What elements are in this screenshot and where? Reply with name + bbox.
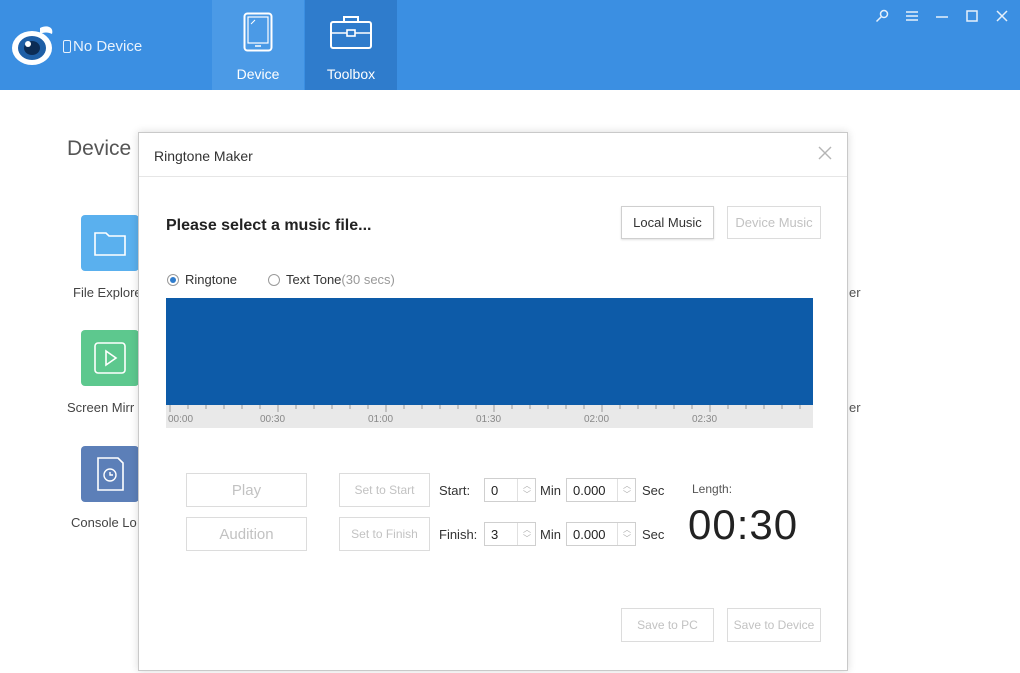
log-icon [97,457,124,491]
finish-sec-value: 0.000 [573,527,606,542]
ringtone-label: Ringtone [185,272,238,287]
chevron-up-icon: ︿ [623,481,631,490]
device-status-text: No Device [73,38,143,55]
timeline-label: 02:00 [584,414,610,425]
select-music-prompt: Please select a music file... [166,217,372,234]
start-sec-stepper[interactable]: 0.000 ︿ ﹀ [566,478,636,502]
timeline-label: 02:30 [692,414,718,425]
timeline[interactable]: 00:00 00:30 01:00 01:30 02:00 02:30 [166,405,813,428]
dialog-header: Ringtone Maker [139,133,847,177]
save-to-pc-button[interactable]: Save to PC [621,608,714,642]
console-log-tile[interactable] [81,446,139,502]
finish-min-value: 3 [491,527,499,542]
app-logo [8,20,58,68]
tab-device-label: Device [236,66,280,82]
screen-mirror-label: Screen Mirr [67,400,135,415]
console-log-label: Console Lo [71,515,137,530]
screen-mirror-tile[interactable] [81,330,139,386]
page-title: Device [67,137,132,160]
local-music-button[interactable]: Local Music [621,206,714,239]
stepper-arrows[interactable]: ︿ ﹀ [617,523,635,545]
audition-button[interactable]: Audition [186,517,307,551]
length-label: Length: [692,482,733,496]
timeline-label: 01:30 [476,414,502,425]
start-sec-value: 0.000 [573,483,606,498]
maximize-icon[interactable] [962,6,982,26]
close-window-icon[interactable] [992,6,1012,26]
stepper-arrows[interactable]: ︿ ﹀ [617,479,635,501]
set-to-start-button[interactable]: Set to Start [339,473,430,507]
tab-toolbox-label: Toolbox [326,66,376,82]
phone-icon [63,40,71,53]
play-icon [94,342,126,374]
bg-right-label: er [849,400,861,415]
sec-label: Sec [642,527,665,542]
start-min-stepper[interactable]: 0 ︿ ﹀ [484,478,536,502]
minimize-icon[interactable] [932,6,952,26]
file-explorer-label: File Explore [73,285,142,300]
menu-icon[interactable] [902,6,922,26]
device-music-button[interactable]: Device Music [727,206,821,239]
text-tone-label: Text Tone [286,272,342,287]
radio-unchecked-icon [268,273,280,286]
text-tone-note: (30 secs) [341,272,395,287]
finish-min-stepper[interactable]: 3 ︿ ﹀ [484,522,536,546]
finish-label: Finish: [439,527,478,542]
stepper-arrows[interactable]: ︿ ﹀ [517,479,535,501]
timeline-label: 01:00 [368,414,394,425]
save-to-device-button[interactable]: Save to Device [727,608,821,642]
waveform-area[interactable] [166,298,813,405]
radio-checked-icon [167,273,179,286]
toolbox-icon [329,12,373,55]
min-label: Min [540,483,561,498]
timeline-ticks [169,405,801,412]
chevron-up-icon: ︿ [523,525,531,534]
start-min-value: 0 [491,483,499,498]
timeline-label: 00:00 [168,414,194,425]
ringtone-radio[interactable]: Ringtone [167,272,237,287]
finish-sec-stepper[interactable]: 0.000 ︿ ﹀ [566,522,636,546]
chevron-down-icon: ﹀ [623,490,631,499]
dialog-title: Ringtone Maker [154,148,253,164]
tab-toolbox[interactable]: Toolbox [305,0,397,90]
device-status: No Device [63,38,142,55]
tab-device[interactable]: Device [212,0,304,90]
stepper-arrows[interactable]: ︿ ﹀ [517,523,535,545]
pin-icon[interactable] [872,6,892,26]
chevron-up-icon: ︿ [523,481,531,490]
length-value: 00:30 [688,501,799,548]
folder-icon [94,232,126,256]
chevron-down-icon: ﹀ [523,534,531,543]
chevron-up-icon: ︿ [623,525,631,534]
ringtone-maker-dialog: Ringtone Maker Please select a music fil… [138,132,848,671]
timeline-label: 00:30 [260,414,286,425]
file-explorer-tile[interactable] [81,215,139,271]
min-label: Min [540,527,561,542]
set-to-finish-button[interactable]: Set to Finish [339,517,430,551]
start-label: Start: [439,483,471,498]
sec-label: Sec [642,483,665,498]
tablet-icon [243,12,273,55]
bg-right-label: er [849,285,861,300]
close-icon[interactable] [817,145,833,163]
chevron-down-icon: ﹀ [623,534,631,543]
chevron-down-icon: ﹀ [523,490,531,499]
play-button[interactable]: Play [186,473,307,507]
top-bar: No Device Device Toolbox [0,0,1020,90]
window-controls [872,6,1012,26]
text-tone-radio[interactable]: Text Tone(30 secs) [268,272,395,287]
